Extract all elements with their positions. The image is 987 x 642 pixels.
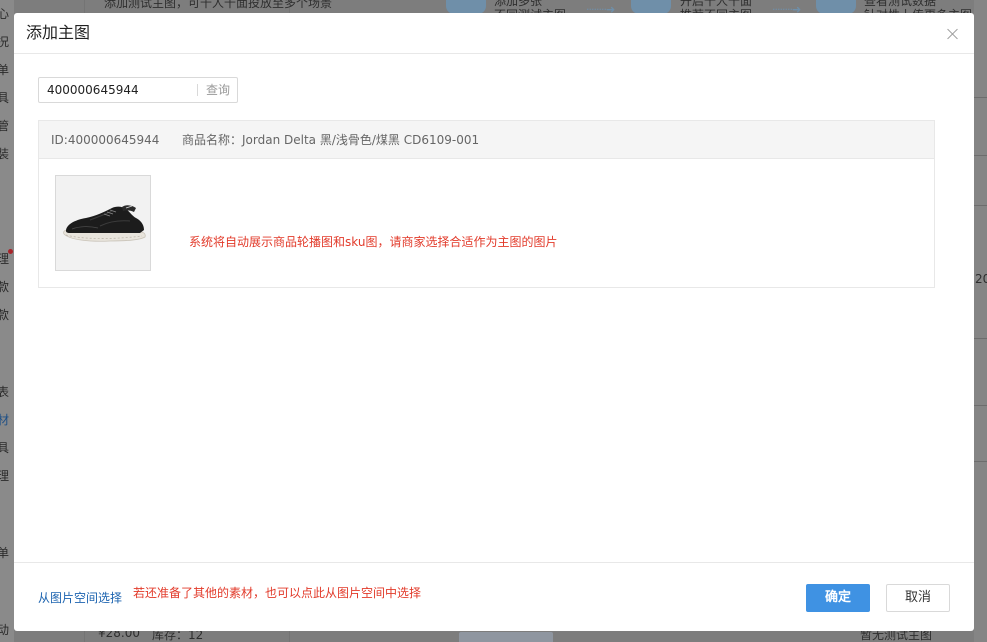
add-main-image-dialog: 添加主图 查询 ID:400000645944 商品名称：Jordan Delt… [14, 13, 974, 631]
product-name: 商品名称：Jordan Delta 黑/浅骨色/煤黑 CD6109-001 [182, 133, 480, 147]
auto-display-notice: 系统将自动展示商品轮播图和sku图，请商家选择合适作为主图的图片 [189, 235, 558, 249]
product-panel: ID:400000645944 商品名称：Jordan Delta 黑/浅骨色/… [38, 120, 935, 288]
product-image-thumbnail[interactable] [55, 175, 151, 271]
choose-from-gallery-link[interactable]: 从图片空间选择 [38, 590, 122, 606]
bg-divider [974, 205, 987, 206]
bg-divider [974, 97, 987, 98]
bg-nav-item: 心 [0, 7, 10, 21]
bg-nav-item: 单 [0, 63, 10, 77]
dialog-header: 添加主图 [14, 13, 974, 54]
dialog-title: 添加主图 [26, 23, 91, 42]
people-icon [631, 0, 671, 14]
product-search: 查询 [38, 77, 238, 103]
bg-thumbnail-image [459, 632, 553, 642]
bg-nav-item: 况 [0, 35, 10, 49]
bg-nav-item: 款 [0, 308, 10, 322]
bg-nav-item: 单 [0, 546, 10, 560]
notification-dot [8, 249, 13, 254]
bg-divider [974, 155, 987, 156]
bg-nav-item: 具 [0, 441, 10, 455]
confirm-button[interactable]: 确定 [806, 584, 870, 612]
bg-nav-item: 款 [0, 280, 10, 294]
bg-nav-item: 理 [0, 252, 10, 266]
bg-nav-item: 管 [0, 119, 10, 133]
bg-nav-item-active: 材 [0, 413, 10, 427]
close-icon[interactable] [945, 26, 961, 42]
bg-nav-item: 动 [0, 623, 10, 637]
query-button[interactable]: 查询 [198, 78, 238, 102]
bg-divider [974, 338, 987, 339]
bg-nav-item: 具 [0, 91, 10, 105]
bg-nav-item: 装 [0, 147, 10, 161]
dialog-footer: 从图片空间选择 若还准备了其他的素材，也可以点此从图片空间中选择 确定 取消 [14, 562, 974, 631]
bg-nav-item: 表 [0, 385, 10, 399]
bg-divider [974, 461, 987, 462]
trend-chart-icon [816, 0, 856, 14]
sneaker-image [63, 205, 146, 242]
product-id: ID:400000645944 [51, 133, 160, 147]
bg-divider [974, 405, 987, 406]
bg-nav-item: 理 [0, 469, 10, 483]
product-info-bar: ID:400000645944 商品名称：Jordan Delta 黑/浅骨色/… [39, 121, 934, 159]
product-id-input[interactable] [39, 78, 197, 102]
bg-date-text: 202 [975, 272, 987, 286]
background-sidebar: 心 况 单 具 管 装 理 款 款 表 材 具 理 单 动 [0, 0, 14, 642]
background-right-column: 202 [974, 0, 987, 642]
gallery-hint: 若还准备了其他的素材，也可以点此从图片空间中选择 [133, 586, 422, 600]
upload-icon [446, 0, 486, 14]
bg-banner-text: 添加测试主图，可千人千面投放至多个场景 [104, 0, 333, 10]
cancel-button[interactable]: 取消 [886, 584, 950, 612]
